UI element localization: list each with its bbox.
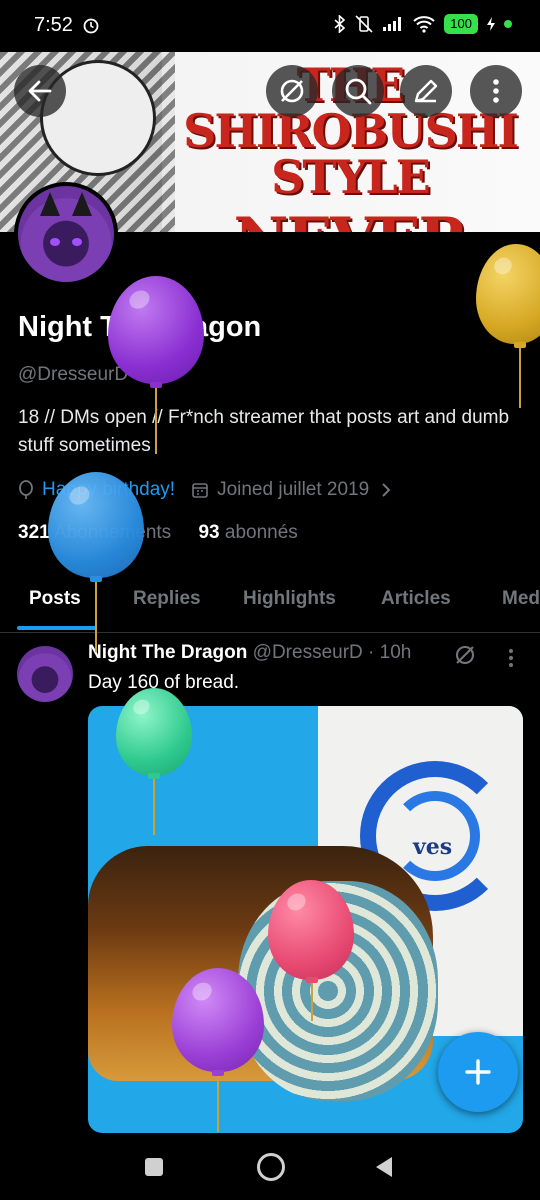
back-button[interactable]	[14, 65, 66, 117]
balloon-gold	[476, 244, 540, 344]
recents-button[interactable]	[145, 1158, 163, 1176]
plus-icon	[465, 1059, 491, 1085]
profile-tabs: Posts Replies Highlights Articles Media	[0, 578, 540, 633]
balloon-violet	[172, 968, 264, 1072]
followers-label: abonnés	[224, 522, 298, 543]
search-button[interactable]	[332, 65, 384, 117]
edit-button[interactable]	[400, 65, 452, 117]
tab-media[interactable]: Media	[502, 588, 540, 610]
profile-handle: @DresseurD	[18, 364, 129, 385]
tab-highlights[interactable]: Highlights	[243, 588, 336, 610]
package-label: ves	[413, 834, 453, 860]
home-button[interactable]	[257, 1153, 285, 1181]
grok-slash-icon[interactable]	[453, 643, 477, 667]
balloon-green	[116, 688, 192, 776]
arrow-left-icon	[28, 80, 52, 102]
banner-line-2: NEVER LOSES	[165, 210, 535, 232]
chevron-right-icon[interactable]	[381, 482, 391, 498]
followers-count: 93	[198, 522, 220, 543]
vibrate-off-icon	[355, 15, 373, 33]
tab-replies[interactable]: Replies	[133, 588, 201, 610]
balloon-pink	[268, 880, 354, 980]
post-author-handle: @DresseurD	[252, 642, 363, 663]
calendar-icon	[192, 483, 208, 498]
post-more-icon[interactable]	[507, 648, 515, 668]
wifi-icon	[413, 16, 435, 33]
battery-level: 100	[444, 14, 478, 34]
more-vertical-icon	[493, 79, 499, 103]
active-tab-indicator	[17, 626, 96, 630]
more-button[interactable]	[470, 65, 522, 117]
post-avatar[interactable]	[17, 646, 73, 702]
tab-posts[interactable]: Posts	[29, 588, 81, 610]
back-nav-button[interactable]	[374, 1155, 394, 1179]
status-time: 7:52	[34, 14, 73, 36]
grok-button[interactable]	[266, 65, 318, 117]
bluetooth-icon	[334, 15, 346, 33]
status-bar: 7:52 100	[0, 0, 540, 52]
alarm-icon	[83, 18, 99, 34]
profile-avatar[interactable]	[14, 182, 118, 286]
profile-bio: 18 // DMs open // Fr*nch streamer that p…	[18, 407, 510, 456]
compose-button[interactable]	[438, 1032, 518, 1112]
pencil-icon	[414, 79, 438, 103]
avatar-image	[18, 186, 114, 282]
grok-slash-icon	[280, 79, 304, 103]
system-nav-bar	[0, 1134, 540, 1200]
privacy-dot	[504, 20, 512, 28]
status-icons: 100	[334, 14, 512, 34]
post-author-name[interactable]: Night The Dragon	[88, 642, 247, 663]
post-header: Night The Dragon @DresseurD · 10h	[88, 642, 411, 664]
balloon-icon	[19, 480, 33, 499]
balloon-blue	[48, 472, 144, 578]
signal-icon	[383, 17, 402, 31]
tab-articles[interactable]: Articles	[381, 588, 451, 610]
joined-text: Joined juillet 2019	[217, 479, 370, 500]
balloon-purple	[108, 276, 204, 384]
charging-icon	[487, 17, 495, 31]
followers-link[interactable]: 93 abonnés	[198, 522, 297, 543]
post-time: · 10h	[368, 642, 412, 663]
search-icon	[345, 78, 372, 105]
following-count: 321	[18, 522, 50, 543]
